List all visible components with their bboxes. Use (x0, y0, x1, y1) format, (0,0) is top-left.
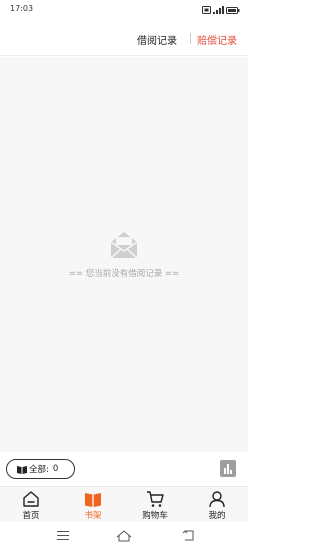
empty-state-text: == 您当前没有借阅记录 == (68, 269, 180, 279)
status-bar: 17:03 (0, 0, 248, 20)
home-icon (23, 491, 39, 507)
home-nav-icon[interactable] (116, 530, 132, 542)
total-count-pill[interactable]: 全部: 0 (6, 459, 75, 479)
tab-cart[interactable]: 购物车 (124, 487, 186, 523)
stats-button[interactable] (220, 460, 236, 477)
records-list: == 您当前没有借阅记录 == (0, 57, 248, 452)
cart-icon (147, 491, 164, 507)
system-nav-bar (0, 522, 248, 550)
bottom-tab-bar: 首页 书架 购物车 我的 (0, 486, 248, 522)
user-icon (209, 491, 225, 508)
bookshelf-icon (85, 493, 101, 507)
tab-cart-label: 购物车 (142, 511, 168, 521)
menu-icon[interactable] (57, 530, 69, 541)
tab-borrow-records[interactable]: 借阅记录 (137, 32, 177, 47)
records-header: 借阅记录 赔偿记录 (0, 20, 248, 56)
empty-envelope-icon (110, 232, 138, 259)
total-label: 全部: (29, 465, 49, 475)
tab-home-label: 首页 (22, 511, 40, 521)
battery-icon (226, 6, 240, 14)
status-icons (202, 5, 240, 15)
back-icon[interactable] (182, 530, 194, 541)
bar-chart-icon (224, 464, 232, 474)
tab-bookshelf[interactable]: 书架 (62, 487, 124, 523)
tab-divider (190, 33, 191, 44)
summary-bar: 全部: 0 (0, 452, 248, 486)
tab-mine-label: 我的 (208, 511, 226, 521)
notification-icon (202, 6, 211, 14)
total-count: 0 (52, 464, 59, 474)
tab-compensation-records[interactable]: 赔偿记录 (197, 32, 237, 47)
signal-icon (213, 6, 224, 14)
tab-home[interactable]: 首页 (0, 487, 62, 523)
tab-bookshelf-label: 书架 (84, 511, 102, 521)
status-time: 17:03 (10, 4, 34, 13)
book-icon (17, 465, 27, 474)
tab-mine[interactable]: 我的 (186, 487, 248, 523)
